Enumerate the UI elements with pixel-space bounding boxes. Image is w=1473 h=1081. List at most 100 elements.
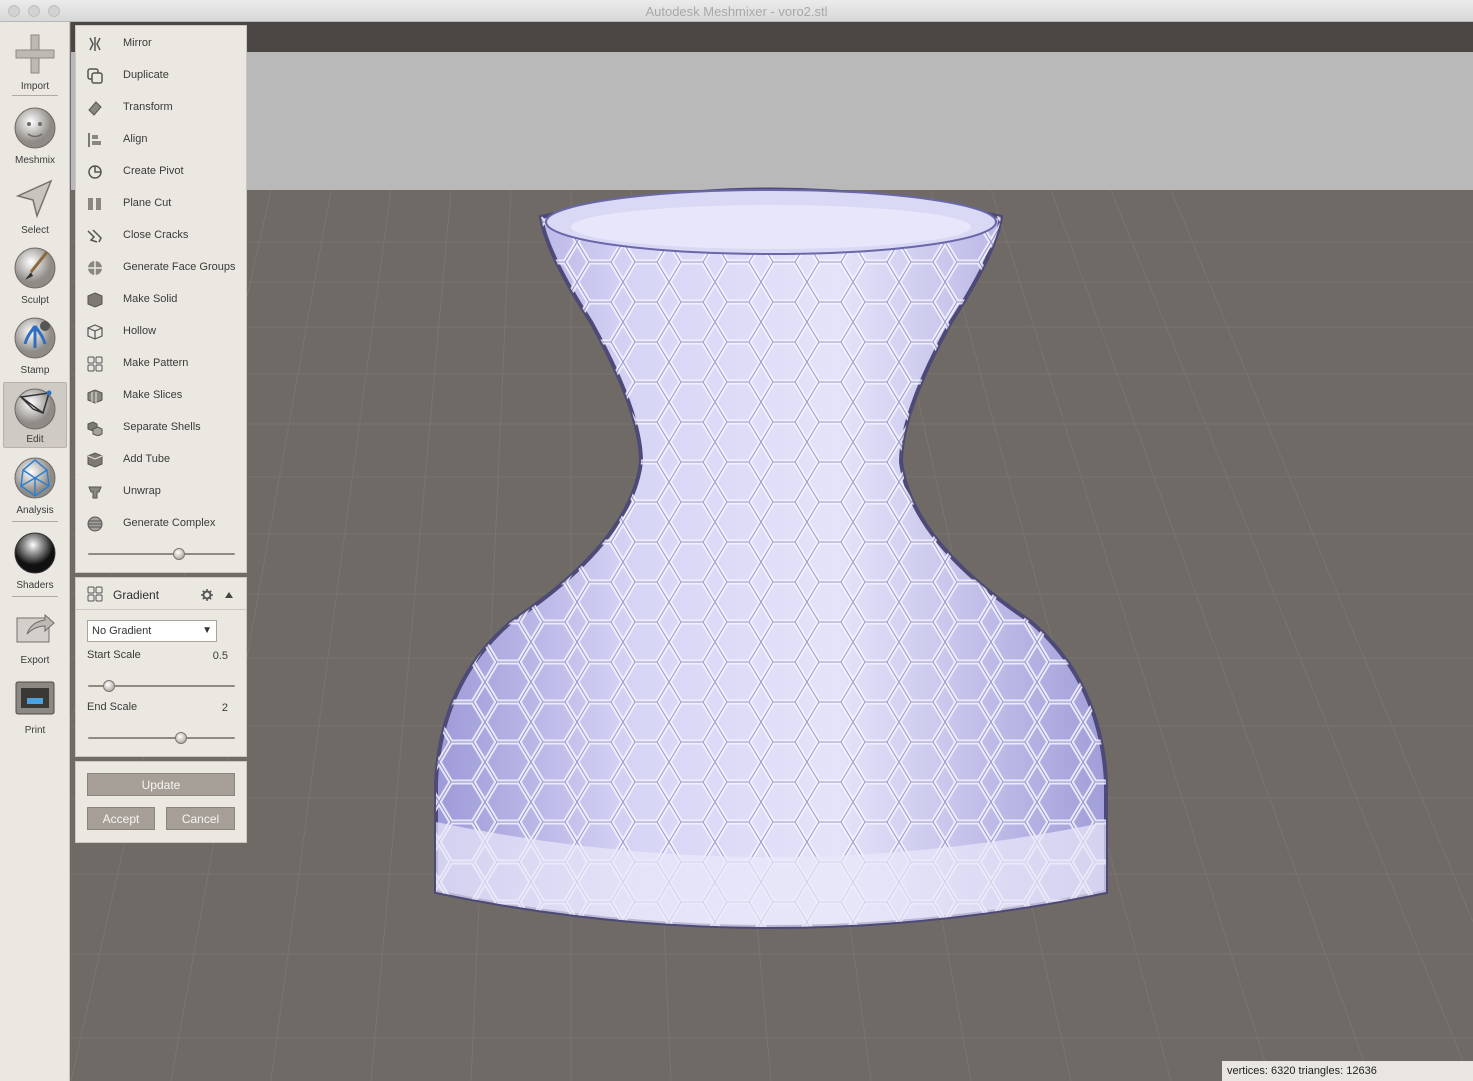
menu-item-make-slices[interactable]: Make Slices [76, 381, 246, 411]
plus-icon [15, 34, 55, 74]
toolbar-label: Export [20, 655, 50, 666]
shells-icon [87, 421, 103, 436]
transform-icon [88, 101, 102, 116]
align-icon [88, 133, 101, 147]
toolbar-divider [12, 521, 58, 522]
toolbar-label: Shaders [16, 580, 54, 591]
start-scale-slider[interactable] [88, 680, 235, 692]
menu-item-generate-complex[interactable]: Generate Complex [76, 509, 246, 539]
menu-item-plane-cut[interactable]: Plane Cut [76, 189, 246, 219]
menu-item-label: Unwrap [123, 485, 161, 497]
unwrap-icon [88, 486, 102, 499]
face-sphere-icon [14, 107, 56, 149]
menu-item-transform[interactable]: Transform [76, 93, 246, 123]
cancel-button[interactable]: Cancel [166, 807, 235, 830]
gradient-panel: Gradient No Gradient ▼ Start Scale 0.5 E… [75, 577, 247, 757]
mirror-icon [89, 37, 101, 51]
menu-size-slider[interactable] [88, 548, 235, 560]
toolbar-import-button[interactable]: Import [3, 28, 67, 94]
menu-item-label: Align [123, 133, 148, 145]
menu-item-label: Duplicate [123, 69, 169, 81]
edit-menu-panel: Mirror Duplicate Transform Align Create … [75, 25, 247, 573]
collapse-triangle-icon[interactable] [224, 590, 234, 600]
printer-icon [15, 681, 55, 715]
toolbar-analysis-button[interactable]: Analysis [3, 452, 67, 518]
slider-handle[interactable] [102, 680, 115, 692]
end-scale-value: 2 [221, 702, 228, 714]
menu-item-duplicate[interactable]: Duplicate [76, 61, 246, 91]
hollow-cube-icon [87, 324, 103, 340]
menu-item-label: Close Cracks [123, 229, 189, 241]
brush-sphere-icon [14, 247, 56, 289]
duplicate-icon [87, 68, 103, 84]
toolbar-stamp-button[interactable]: Stamp [3, 312, 67, 378]
gradient-type-select[interactable]: No Gradient ▼ [87, 620, 217, 642]
toolbar-print-button[interactable]: Print [3, 672, 67, 738]
menu-item-label: Make Slices [123, 389, 183, 401]
toolbar-label: Edit [26, 434, 44, 445]
arrow-pointer-icon [15, 179, 53, 219]
menu-item-add-tube[interactable]: Add Tube [76, 445, 246, 475]
face-groups-icon [88, 261, 102, 275]
menu-item-separate-shells[interactable]: Separate Shells [76, 413, 246, 443]
accept-button[interactable]: Accept [87, 807, 155, 830]
pattern-grid-icon [87, 356, 103, 372]
fleur-sphere-icon [14, 317, 56, 359]
menu-item-unwrap[interactable]: Unwrap [76, 477, 246, 507]
menu-item-label: Make Solid [123, 293, 178, 305]
menu-item-hollow[interactable]: Hollow [76, 317, 246, 347]
start-scale-value: 0.5 [212, 650, 228, 662]
toolbar-label: Sculpt [21, 295, 49, 306]
toolbar-divider [12, 95, 58, 96]
menu-item-label: Mirror [123, 37, 152, 49]
menu-item-label: Plane Cut [123, 197, 172, 209]
pivot-icon [88, 165, 102, 179]
toolbar-shaders-button[interactable]: Shaders [3, 527, 67, 593]
menu-item-make-pattern[interactable]: Make Pattern [76, 349, 246, 379]
toolbar-edit-button[interactable]: Edit [3, 382, 67, 448]
toolbar-select-button[interactable]: Select [3, 172, 67, 238]
wire-sphere-icon [14, 388, 56, 430]
3d-viewport[interactable] [71, 22, 1473, 1081]
chrome-sphere-icon [14, 532, 56, 574]
menu-item-align[interactable]: Align [76, 125, 246, 155]
voronoi-vase-mesh[interactable] [71, 22, 1473, 1081]
gear-icon[interactable] [201, 589, 213, 601]
main-toolbar: Import Meshmix Select Sculpt Stamp Edit … [0, 22, 70, 1081]
toolbar-label: Select [21, 225, 49, 236]
dropdown-arrow-icon: ▼ [202, 625, 212, 636]
slider-track [88, 553, 235, 555]
gradient-type-value: No Gradient [92, 625, 152, 637]
geodesic-sphere-icon [14, 457, 56, 499]
menu-item-label: Generate Face Groups [123, 261, 236, 273]
update-button[interactable]: Update [87, 773, 235, 796]
toolbar-meshmix-button[interactable]: Meshmix [3, 102, 67, 168]
slider-handle[interactable] [173, 548, 186, 560]
toolbar-label: Print [24, 725, 46, 736]
menu-item-mirror[interactable]: Mirror [76, 29, 246, 59]
menu-item-label: Separate Shells [123, 421, 201, 433]
menu-item-label: Hollow [123, 325, 157, 337]
menu-item-generate-face-groups[interactable]: Generate Face Groups [76, 253, 246, 283]
slider-handle[interactable] [174, 732, 187, 744]
menu-item-create-pivot[interactable]: Create Pivot [76, 157, 246, 187]
close-cracks-icon [87, 229, 102, 243]
end-scale-slider[interactable] [88, 732, 235, 744]
toolbar-label: Stamp [20, 365, 50, 376]
solid-cube-icon [87, 292, 103, 308]
window-title: Autodesk Meshmixer - voro2.stl [645, 4, 828, 19]
gradient-panel-title: Gradient [113, 588, 160, 602]
toolbar-export-button[interactable]: Export [3, 602, 67, 668]
pattern-grid-icon [87, 586, 103, 602]
slider-track [88, 737, 235, 739]
toolbar-sculpt-button[interactable]: Sculpt [3, 242, 67, 308]
toolbar-label: Meshmix [14, 155, 55, 166]
menu-item-close-cracks[interactable]: Close Cracks [76, 221, 246, 251]
toolbar-label: Analysis [16, 505, 54, 516]
menu-item-label: Create Pivot [123, 165, 184, 177]
action-buttons-panel: Update Accept Cancel [75, 761, 247, 843]
menu-item-make-solid[interactable]: Make Solid [76, 285, 246, 315]
gradient-panel-header[interactable]: Gradient [76, 578, 246, 610]
menu-item-label: Transform [123, 101, 173, 113]
complex-icon [87, 516, 103, 532]
